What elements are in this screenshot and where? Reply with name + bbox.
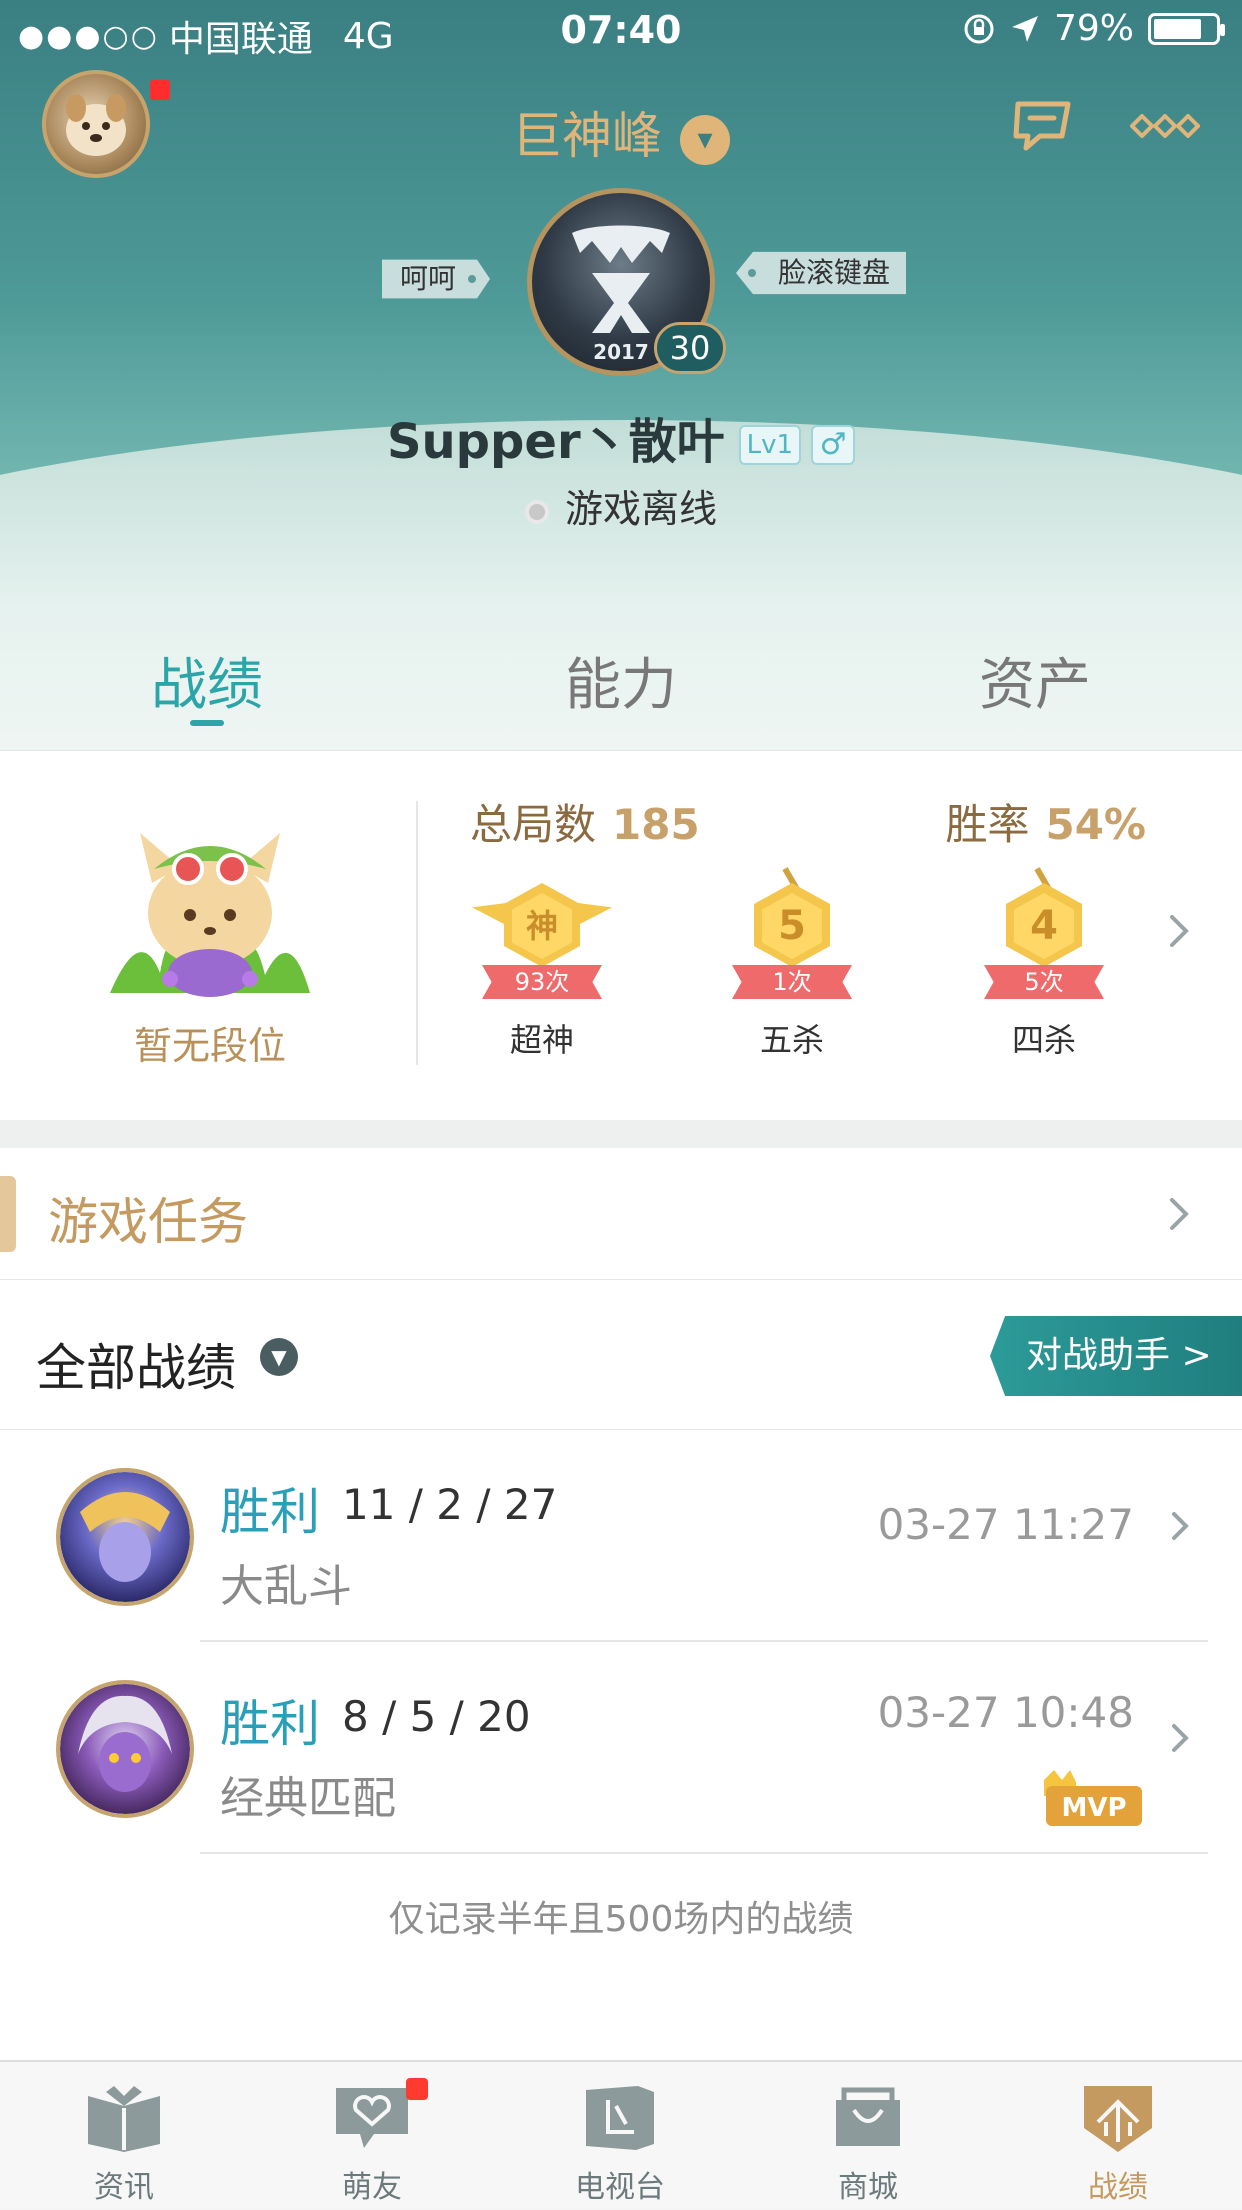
nav-tv[interactable]: 电视台: [520, 2082, 720, 2210]
tab-ability[interactable]: 能力: [414, 640, 828, 721]
hero-avatar-ezreal: [56, 1468, 194, 1606]
vip-level-badge: Lv1: [738, 425, 802, 465]
nav-friends[interactable]: 萌友: [272, 2078, 472, 2210]
chevron-right-icon[interactable]: [1164, 1718, 1194, 1758]
online-status: 游戏离线: [0, 478, 1242, 533]
wing-right-icon: [578, 903, 612, 925]
location-arrow-icon: [1011, 15, 1038, 42]
profile-tag-left[interactable]: 呵呵: [382, 259, 490, 299]
stats-card[interactable]: 暂无段位 总局数 185 胜率 54% 神 93次 超神 5 1次 五杀 4 5次 …: [0, 750, 1242, 1120]
match-mode: 大乱斗: [220, 1561, 352, 1612]
win-rate-value: 54%: [1045, 800, 1146, 849]
win-rate: 胜率 54%: [945, 791, 1146, 852]
teemo-mascot-icon: [110, 833, 310, 997]
server-name: 巨神峰: [512, 107, 662, 165]
nav-label: 电视台: [575, 2170, 665, 2205]
medal-legendary: 神 93次 超神: [460, 873, 620, 1063]
game-missions-row[interactable]: 游戏任务: [0, 1148, 1242, 1280]
nav-label: 战绩: [1088, 2170, 1148, 2205]
book-icon: [88, 2086, 160, 2152]
tab-record[interactable]: 战绩: [0, 640, 414, 721]
record-shield-icon: [1084, 2086, 1152, 2152]
mvp-label: MVP: [1061, 1793, 1126, 1823]
active-tab-indicator: [190, 720, 224, 726]
chevron-down-icon: ▾: [680, 114, 730, 165]
nav-record[interactable]: 战绩: [1018, 2082, 1218, 2210]
medal-quadra-kill: 4 5次 四杀: [962, 867, 1122, 1063]
chevron-down-icon[interactable]: ▼: [260, 1338, 298, 1376]
player-name-row: Supper丶散叶 Lv1 ♂: [0, 402, 1242, 472]
profile-tag-right[interactable]: 脸滚键盘: [736, 251, 906, 295]
all-matches-title[interactable]: 全部战绩: [36, 1328, 236, 1400]
nav-label: 商城: [838, 2170, 898, 2205]
medal-label: 超神: [509, 1021, 574, 1059]
battery-percent: 79%: [1053, 8, 1134, 49]
match-list: 胜利 11 / 2 / 27 大乱斗 03-27 11:27 胜利 8 / 5 …: [0, 1430, 1242, 2060]
section-gap: [0, 1120, 1242, 1148]
match-result: 胜利: [220, 1695, 320, 1753]
nav-news[interactable]: 资讯: [24, 2082, 224, 2210]
total-games-label: 总局数: [470, 800, 597, 849]
gender-male-icon: ♂: [811, 425, 856, 465]
rank-label: 暂无段位: [133, 1024, 286, 1068]
more-options-icon[interactable]: [1130, 114, 1200, 138]
records-footnote: 仅记录半年且500场内的战绩: [388, 1899, 854, 1940]
profile-header: ●●●○○ 中国联通 4G 07:40 79% 巨神峰 ▾ 呵呵 2017 30…: [0, 0, 1242, 750]
missions-title: 游戏任务: [48, 1193, 248, 1251]
nav-label: 资讯: [94, 2170, 154, 2205]
nav-shop[interactable]: 商城: [768, 2082, 968, 2210]
medal-count: 1次: [732, 965, 852, 999]
hero-avatar-syndra: [56, 1680, 194, 1818]
tv-icon: [586, 2086, 654, 2150]
chevron-right-icon[interactable]: [1164, 911, 1194, 951]
divider: [416, 801, 418, 1065]
battery-icon: [1148, 12, 1225, 45]
offline-dot-icon: [524, 499, 549, 524]
friends-chat-icon: [336, 2088, 408, 2148]
chevron-right-icon[interactable]: [1164, 1506, 1194, 1546]
bottom-tab-bar: 资讯 萌友 电视台 商城 战绩: [0, 2060, 1242, 2208]
summoner-level-badge: 30: [654, 322, 726, 374]
battle-assistant-button[interactable]: 对战助手 >: [990, 1316, 1242, 1396]
match-mode: 经典匹配: [220, 1773, 396, 1824]
player-name: Supper丶散叶: [386, 414, 725, 470]
message-bubble-icon[interactable]: [1010, 98, 1080, 154]
shop-icon: [836, 2087, 900, 2146]
medal-label: 四杀: [1011, 1021, 1076, 1059]
orientation-lock-icon: [964, 14, 994, 43]
mvp-badge-icon: MVP: [1044, 1770, 1142, 1826]
medal-label: 五杀: [759, 1021, 824, 1059]
notification-dot: [406, 2078, 428, 2100]
all-matches-header: 全部战绩 ▼ 对战助手 >: [0, 1280, 1242, 1430]
profile-tabs: 战绩 能力 资产: [0, 640, 1242, 750]
medal-count: 93次: [482, 965, 602, 999]
nav-label: 萌友: [342, 2170, 402, 2205]
match-result: 胜利: [220, 1483, 320, 1541]
medal-count: 5次: [984, 965, 1104, 999]
chevron-right-icon[interactable]: [1164, 1194, 1194, 1234]
row-divider: [200, 1852, 1208, 1854]
match-row[interactable]: 胜利 11 / 2 / 27 大乱斗 03-27 11:27: [0, 1430, 1242, 1642]
tab-assets[interactable]: 资产: [828, 640, 1242, 721]
match-kda: 8 / 5 / 20: [342, 1692, 531, 1741]
medal-penta-kill: 5 1次 五杀: [710, 867, 870, 1063]
status-bar: ●●●○○ 中国联通 4G 07:40 79%: [0, 0, 1242, 60]
match-time: 03-27 10:48: [877, 1688, 1134, 1737]
win-rate-label: 胜率: [945, 800, 1030, 849]
match-kda: 11 / 2 / 27: [342, 1480, 558, 1529]
total-games: 总局数 185: [470, 791, 700, 852]
section-accent-bar: [0, 1176, 16, 1252]
match-time: 03-27 11:27: [877, 1500, 1134, 1549]
online-status-text: 游戏离线: [564, 487, 717, 531]
total-games-value: 185: [612, 800, 700, 849]
match-row[interactable]: 胜利 8 / 5 / 20 经典匹配 03-27 10:48 MVP: [0, 1642, 1242, 1854]
wing-left-icon: [472, 903, 506, 925]
emblem-year: 2017: [593, 340, 649, 364]
